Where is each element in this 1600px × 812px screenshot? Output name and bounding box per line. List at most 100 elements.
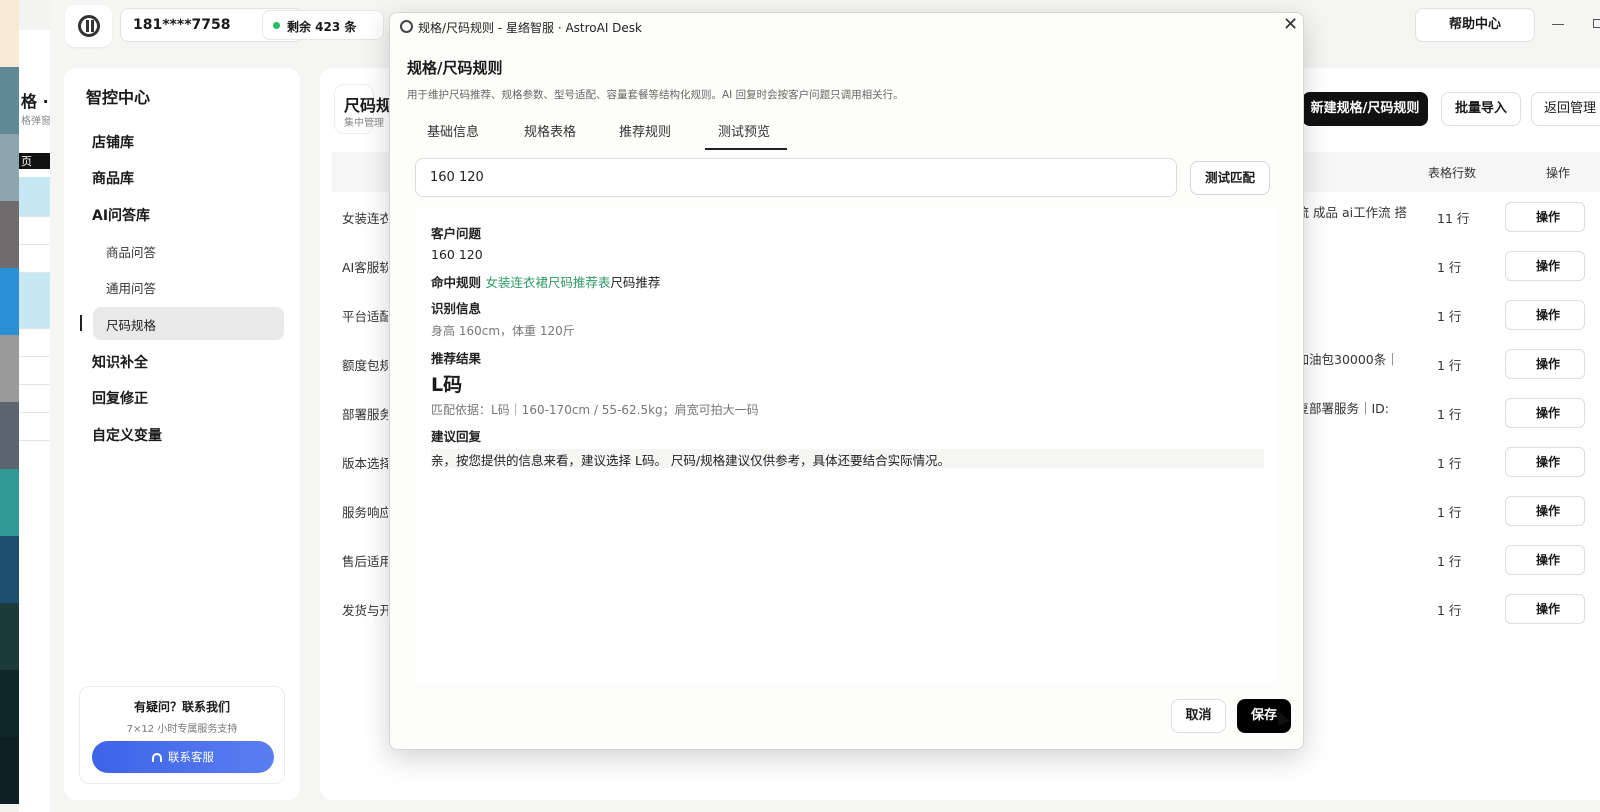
bg-doc-row [19,357,50,385]
maximize-icon[interactable] [1593,19,1600,28]
bg-doc-row [19,329,50,357]
background-document: 格 · 格弹窗 页 [19,30,51,812]
bg-strip-band [0,0,19,67]
match-basis: 匹配依据：L码｜160-170cm / 55-62.5kg；肩宽可拍大一码 [431,403,759,417]
bg-strip-band [0,670,19,737]
row-action-button[interactable]: 操作 [1505,202,1585,232]
row-action-button[interactable]: 操作 [1505,447,1585,477]
recommend-label: 推荐结果 [431,351,482,366]
tab-recommend-rules[interactable]: 推荐规则 [619,121,671,140]
background-window-strip [0,0,19,812]
help-center-button[interactable]: 帮助中心 [1415,8,1535,42]
bg-strip-band [0,536,19,603]
contact-support-label: 联系客服 [168,750,214,764]
logo-icon [77,15,100,37]
app-logo[interactable] [65,5,112,47]
bg-doc-row [19,413,50,441]
bg-strip-band [0,134,19,201]
column-header-rows: 表格行数 [1428,166,1477,180]
close-icon[interactable]: ✕ [1283,15,1298,35]
bg-strip-band [0,335,19,402]
bg-doc-row [19,273,50,329]
sidebar: 智控中心 店铺库 商品库 AI问答库 商品问答 通用问答 尺码规格 知识补全 回… [64,68,300,800]
bg-strip-band [0,603,19,670]
row-action-button[interactable]: 操作 [1505,496,1585,526]
row-count: 1 行 [1437,505,1462,520]
sidebar-item-size-spec-label: 尺码规格 [106,318,157,333]
row-count: 1 行 [1437,309,1462,324]
reply-label: 建议回复 [431,429,482,444]
row-count: 1 行 [1437,554,1462,569]
tab-basic-info[interactable]: 基础信息 [427,121,479,140]
bg-doc-row [19,385,50,413]
dialog-tabs: 基础信息 规格表格 推荐规则 测试预览 [407,113,1287,151]
new-rule-button[interactable]: 新建规格/尺码规则 [1302,92,1428,126]
question-label: 客户问题 [431,226,482,241]
row-count: 1 行 [1437,260,1462,275]
sidebar-item-products[interactable]: 商品库 [92,168,134,188]
row-name: 女装连衣 [342,211,388,226]
test-result-panel: 客户问题 160 120 命中规则 女装连衣裙尺码推荐表尺码推荐 识别信息 身高… [415,209,1277,683]
sidebar-title: 智控中心 [86,88,151,107]
bg-doc-row [19,217,50,245]
bg-strip-band [0,268,19,335]
active-tab-indicator [705,148,787,150]
sidebar-item-reply-fix[interactable]: 回复修正 [92,388,148,408]
row-name: 平台适配 [342,309,388,324]
row-action-button[interactable]: 操作 [1505,594,1585,624]
dialog-description: 用于维护尺码推荐、规格参数、型号适配、容量套餐等结构化规则。AI 回复时会按客户… [407,89,904,101]
tab-spec-table[interactable]: 规格表格 [524,121,576,140]
bg-strip-band [0,201,19,268]
row-name: 服务响应 [342,505,388,520]
sidebar-item-knowledge[interactable]: 知识补全 [92,352,148,372]
page-title: 尺码规 [344,96,393,115]
bg-strip-band [0,67,19,134]
sidebar-item-stores[interactable]: 店铺库 [92,132,134,152]
sidebar-item-variables[interactable]: 自定义变量 [92,425,162,445]
row-name: 部署服务 [342,407,388,422]
recognized-text: 身高 160cm，体重 120斤 [431,324,575,338]
sidebar-item-product-qa[interactable]: 商品问答 [106,242,156,261]
hit-rule-label: 命中规则 [431,275,482,290]
sidebar-item-general-qa[interactable]: 通用问答 [106,278,156,297]
tab-test-preview[interactable]: 测试预览 [718,121,770,140]
headset-icon [152,753,162,762]
row-action-button[interactable]: 操作 [1505,300,1585,330]
row-action-button[interactable]: 操作 [1505,545,1585,575]
sidebar-item-ai-qa[interactable]: AI问答库 [92,205,150,225]
contact-title: 有疑问？联系我们 [133,700,230,714]
test-match-button[interactable]: 测试匹配 [1190,161,1270,195]
hit-rule-type: 尺码推荐 [610,275,661,290]
back-button[interactable]: 返回管理 [1531,92,1600,126]
row-name: 额度包规 [342,358,388,373]
bg-doc-title: 格 · [21,92,49,111]
row-action-button[interactable]: 操作 [1505,398,1585,428]
row-count: 1 行 [1437,407,1462,422]
cancel-button[interactable]: 取消 [1171,699,1226,733]
contact-card: 有疑问？联系我们 7×12 小时专属服务支持 联系客服 [79,686,285,784]
quota-badge: 剩余 423 条 [262,10,384,40]
batch-import-button[interactable]: 批量导入 [1441,92,1521,126]
bg-doc-row [19,245,50,273]
bg-doc-row [19,177,50,217]
quota-text: 剩余 423 条 [287,20,357,34]
row-name: 发货与开 [342,603,388,618]
hit-rule-link[interactable]: 女装连衣裙尺码推荐表 [485,275,610,290]
bg-doc-tag: 页 [19,153,50,169]
dialog-window-title: 规格/尺码规则 - 星络智服 · AstroAI Desk [418,21,643,35]
test-query-input[interactable] [415,158,1177,197]
minimize-icon[interactable] [1552,24,1564,25]
question-text: 160 120 [431,247,483,262]
bg-doc-subtitle: 格弹窗 [21,116,51,127]
row-count: 1 行 [1437,358,1462,373]
contact-support-button[interactable]: 联系客服 [92,741,274,773]
bg-strip-band [0,737,19,804]
hit-rule-row: 命中规则 女装连衣裙尺码推荐表尺码推荐 [431,272,660,291]
row-action-button[interactable]: 操作 [1505,251,1585,281]
active-indicator [80,315,82,331]
row-count: 1 行 [1437,603,1462,618]
row-action-button[interactable]: 操作 [1505,349,1585,379]
recommended-size: L码 [431,374,463,396]
size-rule-dialog: 规格/尺码规则 - 星络智服 · AstroAI Desk ✕ 规格/尺码规则 … [389,12,1304,750]
dialog-heading: 规格/尺码规则 [407,59,503,77]
